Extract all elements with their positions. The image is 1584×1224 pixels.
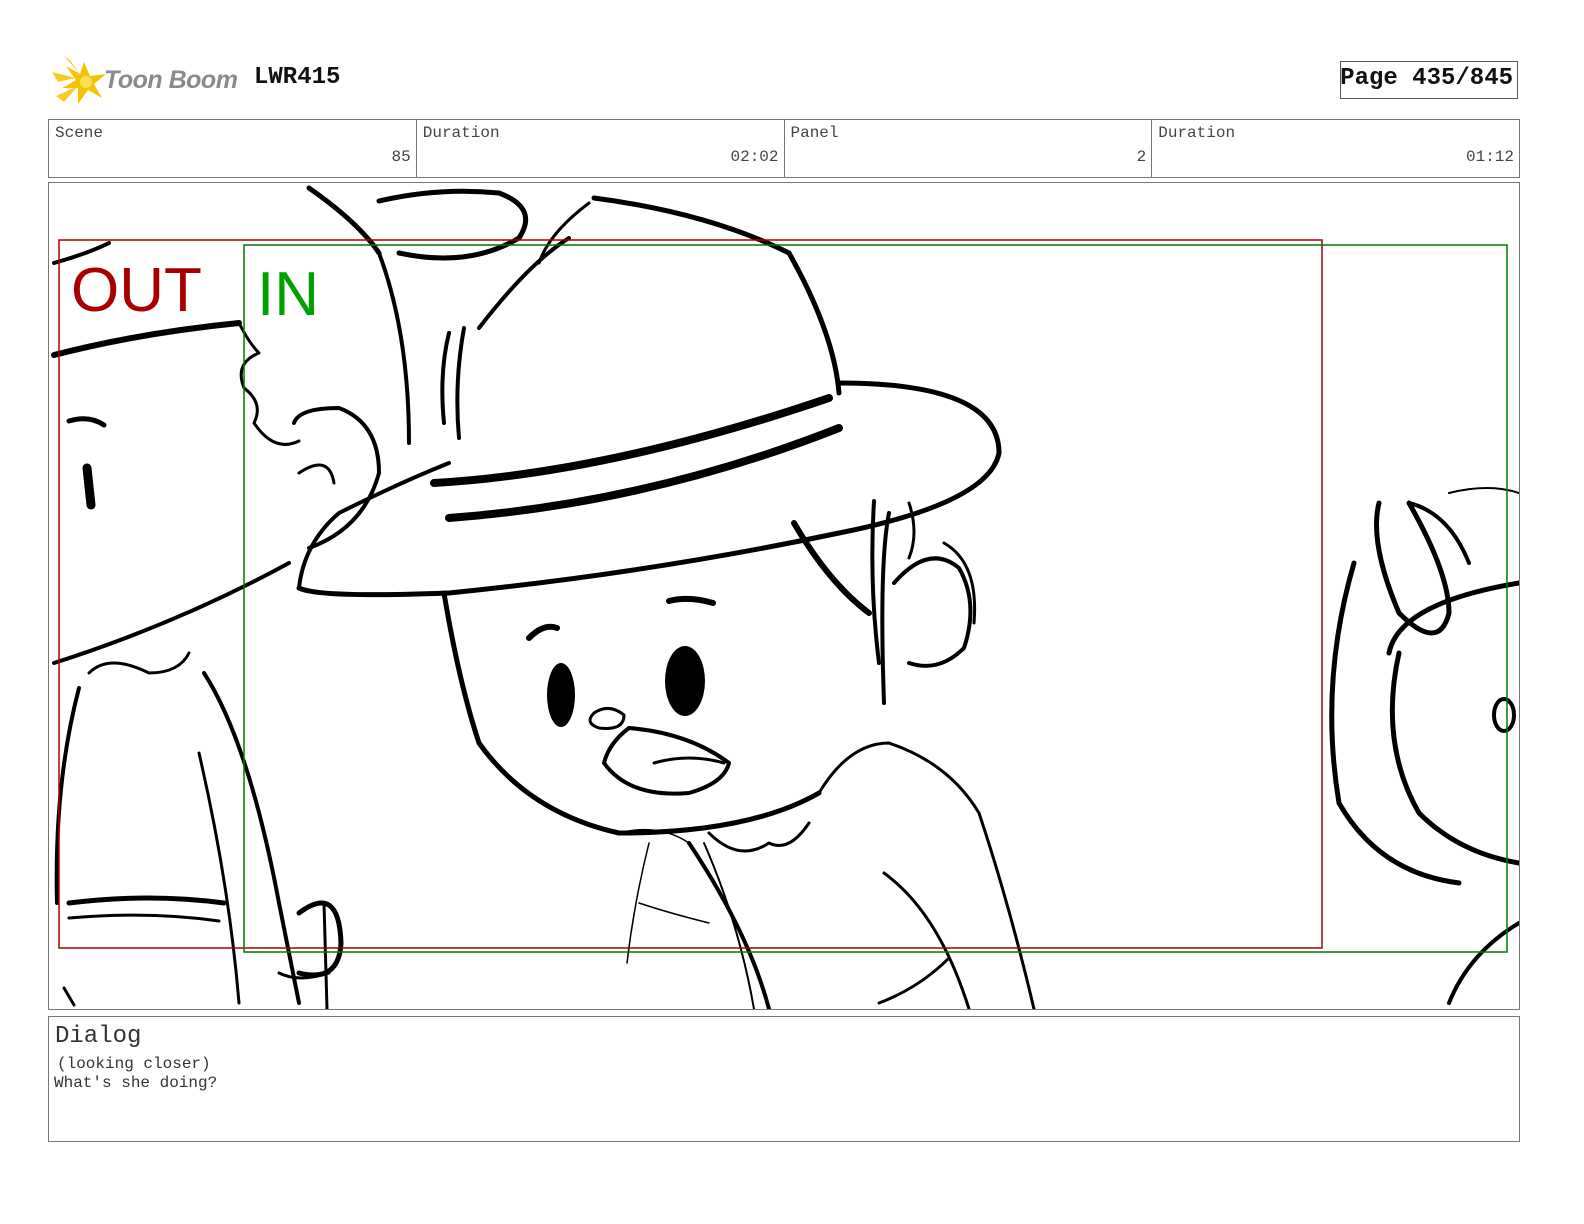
panel-info-row: Scene 85 Duration 02:02 Panel 2 Duration… <box>48 119 1520 178</box>
page-indicator: Page 435/845 <box>1340 61 1518 99</box>
dialog-line: (looking closer) <box>57 1055 211 1073</box>
scene-duration-cell: Duration 02:02 <box>417 120 785 177</box>
dialog-box: Dialog (looking closer) What's she doing… <box>48 1016 1520 1142</box>
starburst-icon <box>52 56 106 104</box>
panel-cell: Panel 2 <box>785 120 1153 177</box>
dialog-line: What's she doing? <box>54 1074 218 1092</box>
panel-label: Panel <box>790 124 839 142</box>
scene-value: 85 <box>391 148 411 166</box>
project-name: LWR415 <box>254 64 341 91</box>
in-frame-label: IN <box>257 260 319 329</box>
toon-boom-logo: Toon Boom <box>50 52 240 110</box>
panel-duration-value: 01:12 <box>1465 148 1514 166</box>
scene-duration-value: 02:02 <box>730 148 779 166</box>
panel-duration-label: Duration <box>1158 124 1236 142</box>
scene-cell: Scene 85 <box>49 120 417 177</box>
scene-label: Scene <box>55 124 104 142</box>
page-number: Page 435/845 <box>1340 65 1513 92</box>
storyboard-panel: OUT IN <box>48 182 1520 1010</box>
out-frame-label: OUT <box>71 256 202 325</box>
dialog-title: Dialog <box>55 1023 142 1050</box>
panel-duration-cell: Duration 01:12 <box>1152 120 1519 177</box>
logo-text: Toon Boom <box>104 66 238 94</box>
panel-value: 2 <box>1136 148 1147 166</box>
scene-duration-label: Duration <box>422 124 500 142</box>
